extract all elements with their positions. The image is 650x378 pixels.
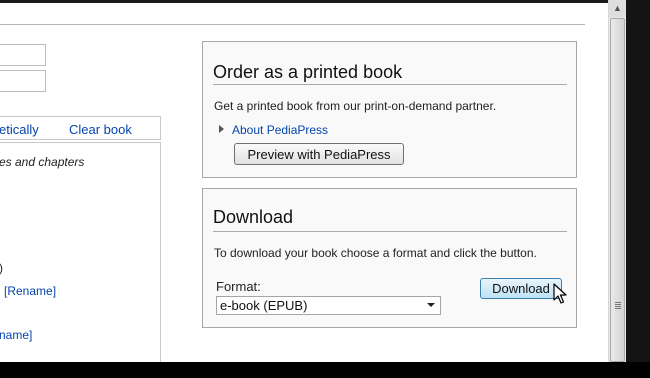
chevron-down-icon (427, 303, 435, 307)
order-printed-book-panel: Order as a printed book Get a printed bo… (202, 41, 577, 178)
download-panel-title: Download (213, 207, 294, 227)
scrollbar-grip-icon (615, 302, 621, 309)
outline-item-text: ) (0, 261, 3, 275)
window-bottom-edge (0, 362, 650, 378)
book-actions-bar: etically Clear book (0, 116, 161, 140)
rename-link[interactable]: name] (0, 328, 32, 342)
download-panel-divider (213, 231, 567, 232)
window-top-edge (0, 0, 650, 3)
clear-book-link[interactable]: Clear book (69, 122, 132, 137)
download-panel-description: To download your book choose a format an… (214, 246, 537, 260)
order-panel-title: Order as a printed book (213, 62, 403, 82)
triangle-right-icon (219, 125, 224, 133)
outline-hint-text: es and chapters (0, 155, 85, 169)
scroll-up-arrow-icon[interactable]: ▲ (609, 0, 626, 17)
mouse-pointer-icon (553, 283, 567, 304)
about-pediapress-link[interactable]: About PediaPress (232, 123, 328, 137)
rename-link[interactable]: [Rename] (4, 284, 56, 298)
scrollbar-thumb[interactable] (610, 18, 625, 362)
vertical-scrollbar[interactable]: ▲ (608, 0, 626, 362)
download-button[interactable]: Download (480, 278, 562, 299)
about-pediapress-row[interactable]: About PediaPress (219, 123, 328, 137)
format-select[interactable]: e-book (EPUB) (216, 296, 441, 315)
sort-alphabetically-link[interactable]: etically (0, 122, 39, 137)
title-input[interactable] (0, 44, 46, 66)
format-selected-value: e-book (EPUB) (220, 298, 308, 313)
header-divider (0, 24, 585, 25)
window-right-edge (626, 0, 650, 378)
order-panel-divider (213, 84, 567, 85)
download-panel: Download To download your book choose a … (202, 188, 577, 328)
subtitle-input[interactable] (0, 70, 46, 92)
book-outline: es and chapters ) [Rename] name] (0, 142, 161, 372)
order-panel-description: Get a printed book from our print-on-dem… (214, 99, 497, 113)
format-label: Format: (216, 279, 261, 294)
preview-with-pediapress-button[interactable]: Preview with PediaPress (234, 143, 404, 165)
